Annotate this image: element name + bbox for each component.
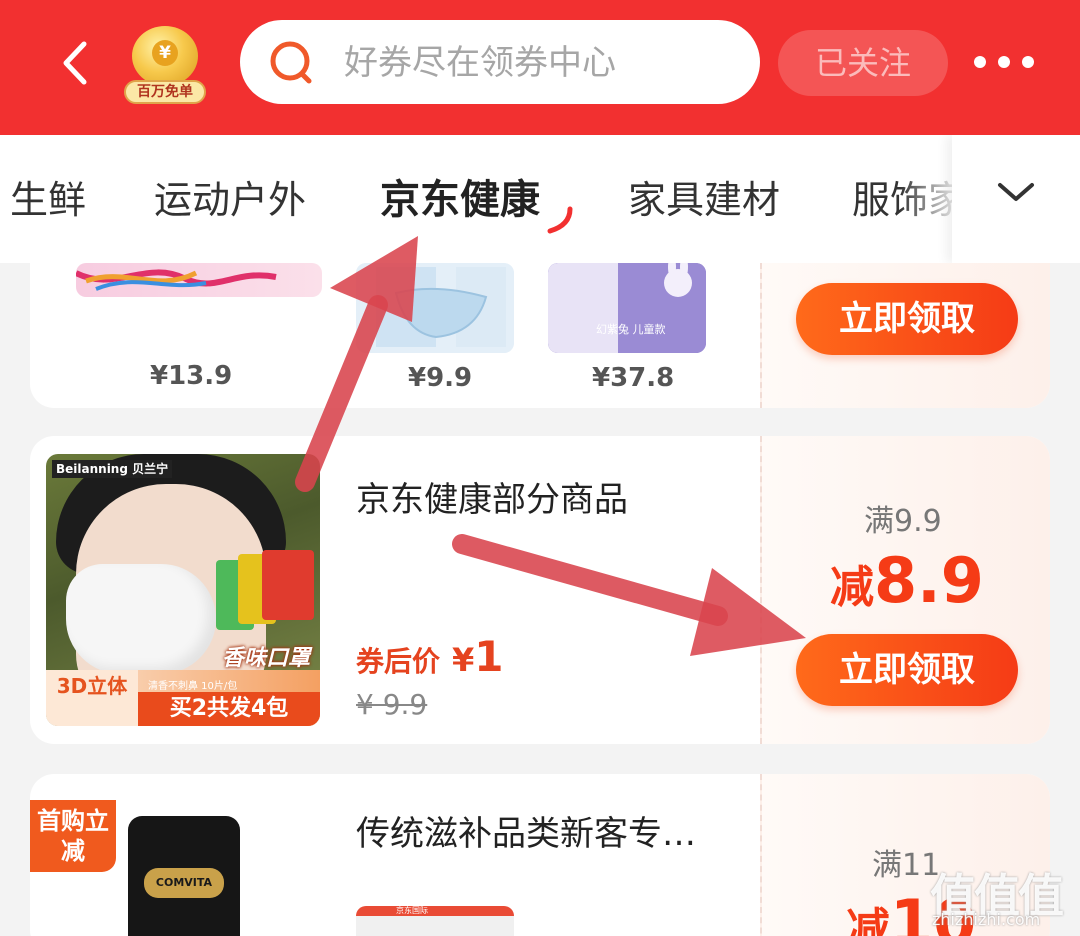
original-price: ¥ 9.9 [356,688,428,721]
coupon-condition: 满9.9 [864,504,942,539]
coupon-discount: 减8.9 [830,544,984,617]
tab-jd-health[interactable]: 京东健康 [380,175,540,225]
coupon-card: Beilanning 贝兰宁 香味口罩 3D立体 清香不刺鼻 10片/包 买2共… [30,436,1050,744]
product-thumb[interactable] [76,263,322,297]
discount-prefix: 减 [830,562,874,613]
tab-furniture[interactable]: 家具建材 [628,175,780,225]
after-price-label: 券后价 [356,645,441,678]
coin-icon: ¥ [132,26,198,86]
dot-icon [1022,56,1034,68]
currency-symbol: ¥ [452,641,475,679]
back-button[interactable] [52,38,102,88]
free-order-badge[interactable]: ¥ 百万免单 [124,22,206,106]
search-placeholder: 好券尽在领券中心 [344,43,616,83]
product-price: ¥37.8 [592,363,675,393]
mask-image [356,263,514,353]
back-arrow-icon [63,41,87,85]
brand-logo: Beilanning 贝兰宁 [52,460,173,478]
watermark: 值值值 zhizhizhi.com [930,860,1080,936]
thumb-label: 京东国际 [396,906,428,915]
first-purchase-badge: 首购立减 [30,800,116,872]
expand-tabs-button[interactable] [952,135,1080,263]
top-bar: ¥ 百万免单 好券尽在领券中心 已关注 [0,0,1080,135]
product-thumb[interactable]: 京东国际 [356,906,514,936]
chevron-down-icon [998,183,1034,201]
active-tab-indicator [547,206,573,234]
follow-button[interactable]: 已关注 [778,30,948,96]
watermark-url: zhizhizhi.com [932,910,1041,929]
product-image[interactable]: COMVITA [128,816,240,936]
ribbon-image [76,269,277,291]
product-thumb[interactable] [356,263,514,353]
image-packs [216,550,316,640]
kids-mask-image [548,263,706,353]
image-deal: 买2共发4包 [138,692,320,726]
product-price: ¥9.9 [408,363,473,393]
search-box[interactable]: 好券尽在领券中心 [240,20,760,104]
after-coupon-price: 券后价 ¥1 [356,632,504,681]
dot-icon [974,56,986,68]
coupon-card: 首购立减 COMVITA 传统滋补品类新客专… 京东国际 满11 减10 [30,774,1050,936]
claim-coupon-button[interactable]: 立即领取 [796,283,1018,355]
dot-icon [998,56,1010,68]
coupon-title[interactable]: 传统滋补品类新客专… [356,812,696,856]
product-image[interactable]: Beilanning 贝兰宁 香味口罩 3D立体 清香不刺鼻 10片/包 买2共… [46,454,320,726]
tab-fresh[interactable]: 生鲜 [10,175,86,225]
tab-fade [900,135,960,263]
discount-value: 8.9 [874,544,984,617]
more-menu-button[interactable] [972,50,1036,74]
after-price-value: 1 [474,632,504,681]
coupon-card: 幻紫兔 儿童款 ¥13.9 ¥9.9 ¥37.8 立即领取 [30,263,1050,408]
product-price: ¥13.9 [150,361,233,391]
discount-prefix: 减 [846,904,890,936]
badge-label: 百万免单 [124,80,206,104]
image-3d-label: 3D立体 [46,670,138,726]
image-mask [66,564,216,674]
category-tabs: 生鲜 运动户外 京东健康 家具建材 服饰家 [0,135,1080,263]
thumb-caption: 幻紫兔 儿童款 [596,323,666,336]
tab-outdoor[interactable]: 运动户外 [154,175,306,225]
brand-label: COMVITA [144,868,224,898]
coupon-title[interactable]: 京东健康部分商品 [356,478,628,522]
image-subtext: 清香不刺鼻 10片/包 [148,681,238,692]
claim-coupon-button[interactable]: 立即领取 [796,634,1018,706]
product-thumb[interactable]: 幻紫兔 儿童款 [548,263,706,353]
search-icon [270,41,312,84]
image-slogan: 香味口罩 [222,646,311,671]
